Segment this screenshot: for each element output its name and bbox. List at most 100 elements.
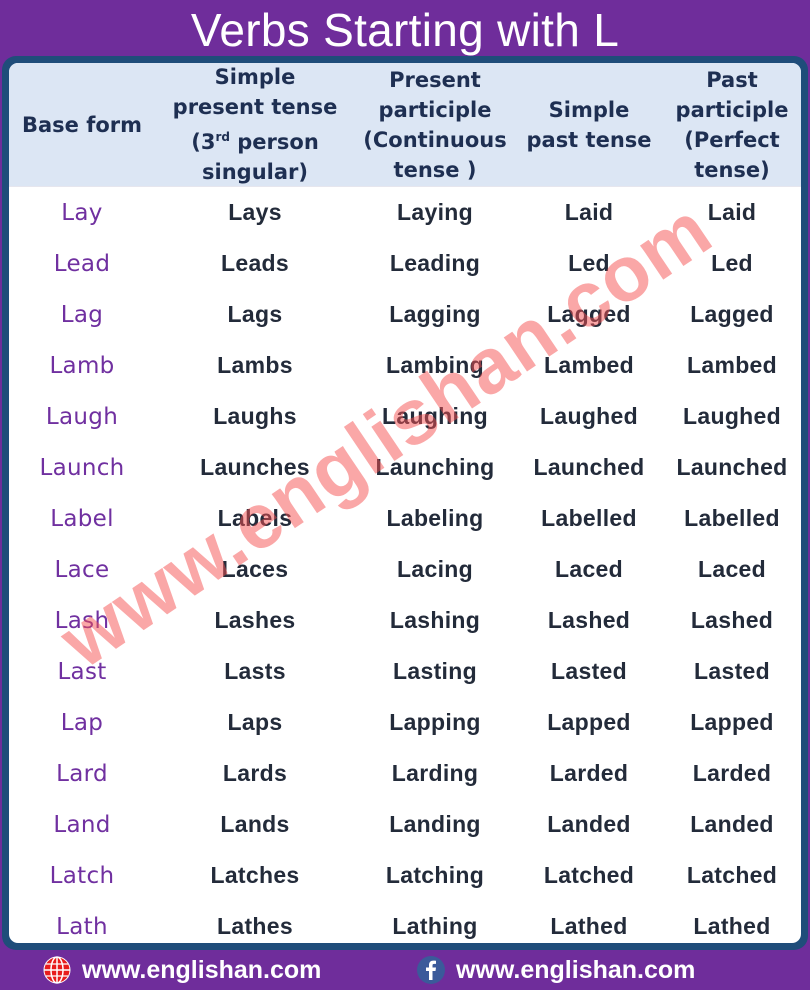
cell-simple-present: Labels xyxy=(217,505,293,531)
cell-simple-past: Lagged xyxy=(547,301,631,327)
cell-base-form: Lace xyxy=(54,556,110,583)
table-row: Launch Launches Launching Launched Launched xyxy=(9,442,801,493)
cell-past-participle: Lashed xyxy=(690,607,774,633)
table-row: Latch Latches Latching Latched Latched xyxy=(9,850,801,901)
cell-simple-past: Labelled xyxy=(541,505,637,531)
page-title: Verbs Starting with L xyxy=(190,4,620,56)
cell-simple-present: Lashes xyxy=(214,607,296,633)
cell-simple-past: Larded xyxy=(549,760,629,786)
cell-past-participle: Lasted xyxy=(694,658,770,684)
cell-present-participle: Laughing xyxy=(382,403,488,429)
header-past-participle: Past participle (Perfect tense) xyxy=(675,67,789,182)
table-row: Lash Lashes Lashing Lashed Lashed xyxy=(9,595,801,646)
footer-website[interactable]: www.englishan.com xyxy=(42,955,321,985)
cell-present-participle: Laying xyxy=(397,199,473,225)
cell-present-participle: Lasting xyxy=(393,658,477,684)
cell-base-form: Lash xyxy=(54,607,110,634)
cell-past-participle: Laced xyxy=(698,556,766,582)
cell-past-participle: Larded xyxy=(692,760,772,786)
cell-past-participle: Labelled xyxy=(684,505,780,531)
footer-facebook[interactable]: www.englishan.com xyxy=(416,955,695,985)
cell-base-form: Land xyxy=(53,811,111,838)
cell-present-participle: Larding xyxy=(391,760,479,786)
table-header: Base form Simple present tense (3rd pers… xyxy=(9,63,801,187)
header-base-form: Base form xyxy=(21,112,143,137)
cell-simple-present: Laces xyxy=(221,556,289,582)
cell-simple-present: Lards xyxy=(222,760,288,786)
cell-simple-past: Lapped xyxy=(547,709,631,735)
table-row: Land Lands Landing Landed Landed xyxy=(9,799,801,850)
header-superscript: rd xyxy=(215,130,230,144)
cell-base-form: Lead xyxy=(53,250,111,277)
cell-simple-present: Leads xyxy=(221,250,289,276)
header-simple-present: Simple present tense (3rd person singula… xyxy=(155,63,355,186)
cell-simple-present: Lays xyxy=(228,199,282,225)
cell-present-participle: Labeling xyxy=(386,505,484,531)
cell-simple-present: Lathes xyxy=(217,913,293,939)
table-row: Lay Lays Laying Laid Laid xyxy=(9,187,801,238)
cell-base-form: Laugh xyxy=(45,403,119,430)
cell-base-form: Lap xyxy=(60,709,104,736)
header-present-participle: Present participle (Continuous tense ) xyxy=(363,67,507,182)
cell-simple-present: Laughs xyxy=(213,403,297,429)
cell-simple-past: Landed xyxy=(547,811,631,837)
footer-website-text: www.englishan.com xyxy=(82,955,322,984)
footer-facebook-text: www.englishan.com xyxy=(456,955,696,984)
cell-present-participle: Leading xyxy=(389,250,481,276)
table-row: Lard Lards Larding Larded Larded xyxy=(9,748,801,799)
cell-past-participle: Lagged xyxy=(690,301,774,327)
cell-simple-past: Laughed xyxy=(540,403,638,429)
header-simple-past: Simple past tense xyxy=(526,97,652,152)
cell-present-participle: Launching xyxy=(375,454,495,480)
cell-simple-present: Latches xyxy=(210,862,300,888)
cell-present-participle: Lapping xyxy=(389,709,481,735)
cell-base-form: Lard xyxy=(56,760,108,787)
cell-simple-present: Lambs xyxy=(217,352,293,378)
cell-simple-present: Launches xyxy=(200,454,310,480)
table-body: Lay Lays Laying Laid Laid Lead Leads Leading Led… xyxy=(9,187,801,943)
table-row: Lath Lathes Lathing Lathed Lathed xyxy=(9,901,801,943)
footer: www.englishan.com www.englishan.com xyxy=(0,952,810,990)
cell-present-participle: Latching xyxy=(385,862,485,888)
cell-past-participle: Laughed xyxy=(683,403,781,429)
cell-base-form: Launch xyxy=(39,454,125,481)
cell-simple-present: Lasts xyxy=(224,658,286,684)
cell-present-participle: Lathing xyxy=(392,913,478,939)
table-row: Lag Lags Lagging Lagged Lagged xyxy=(9,289,801,340)
cell-base-form: Label xyxy=(50,505,114,532)
facebook-icon xyxy=(416,955,446,985)
cell-present-participle: Lashing xyxy=(389,607,481,633)
cell-simple-present: Laps xyxy=(227,709,283,735)
verb-table-panel: Base form Simple present tense (3rd pers… xyxy=(2,56,808,950)
cell-simple-present: Lands xyxy=(220,811,290,837)
table-row: Last Lasts Lasting Lasted Lasted xyxy=(9,646,801,697)
cell-past-participle: Launched xyxy=(676,454,788,480)
table-row: Lead Leads Leading Led Led xyxy=(9,238,801,289)
cell-simple-past: Latched xyxy=(543,862,635,888)
cell-past-participle: Lapped xyxy=(690,709,774,735)
verb-table: Base form Simple present tense (3rd pers… xyxy=(9,63,801,943)
cell-base-form: Lay xyxy=(61,199,103,226)
cell-present-participle: Lambing xyxy=(386,352,484,378)
cell-past-participle: Led xyxy=(711,250,753,276)
cell-present-participle: Landing xyxy=(389,811,481,837)
header-simple-present-text: Simple present tense (3rd person singula… xyxy=(173,63,338,187)
cell-base-form: Lag xyxy=(60,301,104,328)
cell-simple-past: Launched xyxy=(533,454,645,480)
cell-simple-present: Lags xyxy=(227,301,283,327)
table-row: Lamb Lambs Lambing Lambed Lambed xyxy=(9,340,801,391)
table-row: Lace Laces Lacing Laced Laced xyxy=(9,544,801,595)
cell-past-participle: Landed xyxy=(690,811,774,837)
cell-present-participle: Lagging xyxy=(389,301,481,327)
cell-present-participle: Lacing xyxy=(397,556,473,582)
cell-simple-past: Lashed xyxy=(547,607,631,633)
cell-simple-past: Lasted xyxy=(551,658,627,684)
cell-simple-past: Led xyxy=(568,250,610,276)
cell-simple-past: Lathed xyxy=(550,913,628,939)
table-row: Label Labels Labeling Labelled Labelled xyxy=(9,493,801,544)
globe-icon xyxy=(42,955,72,985)
cell-past-participle: Lathed xyxy=(693,913,771,939)
cell-simple-past: Lambed xyxy=(544,352,634,378)
cell-simple-past: Laid xyxy=(564,199,614,225)
cell-base-form: Lath xyxy=(56,913,108,940)
